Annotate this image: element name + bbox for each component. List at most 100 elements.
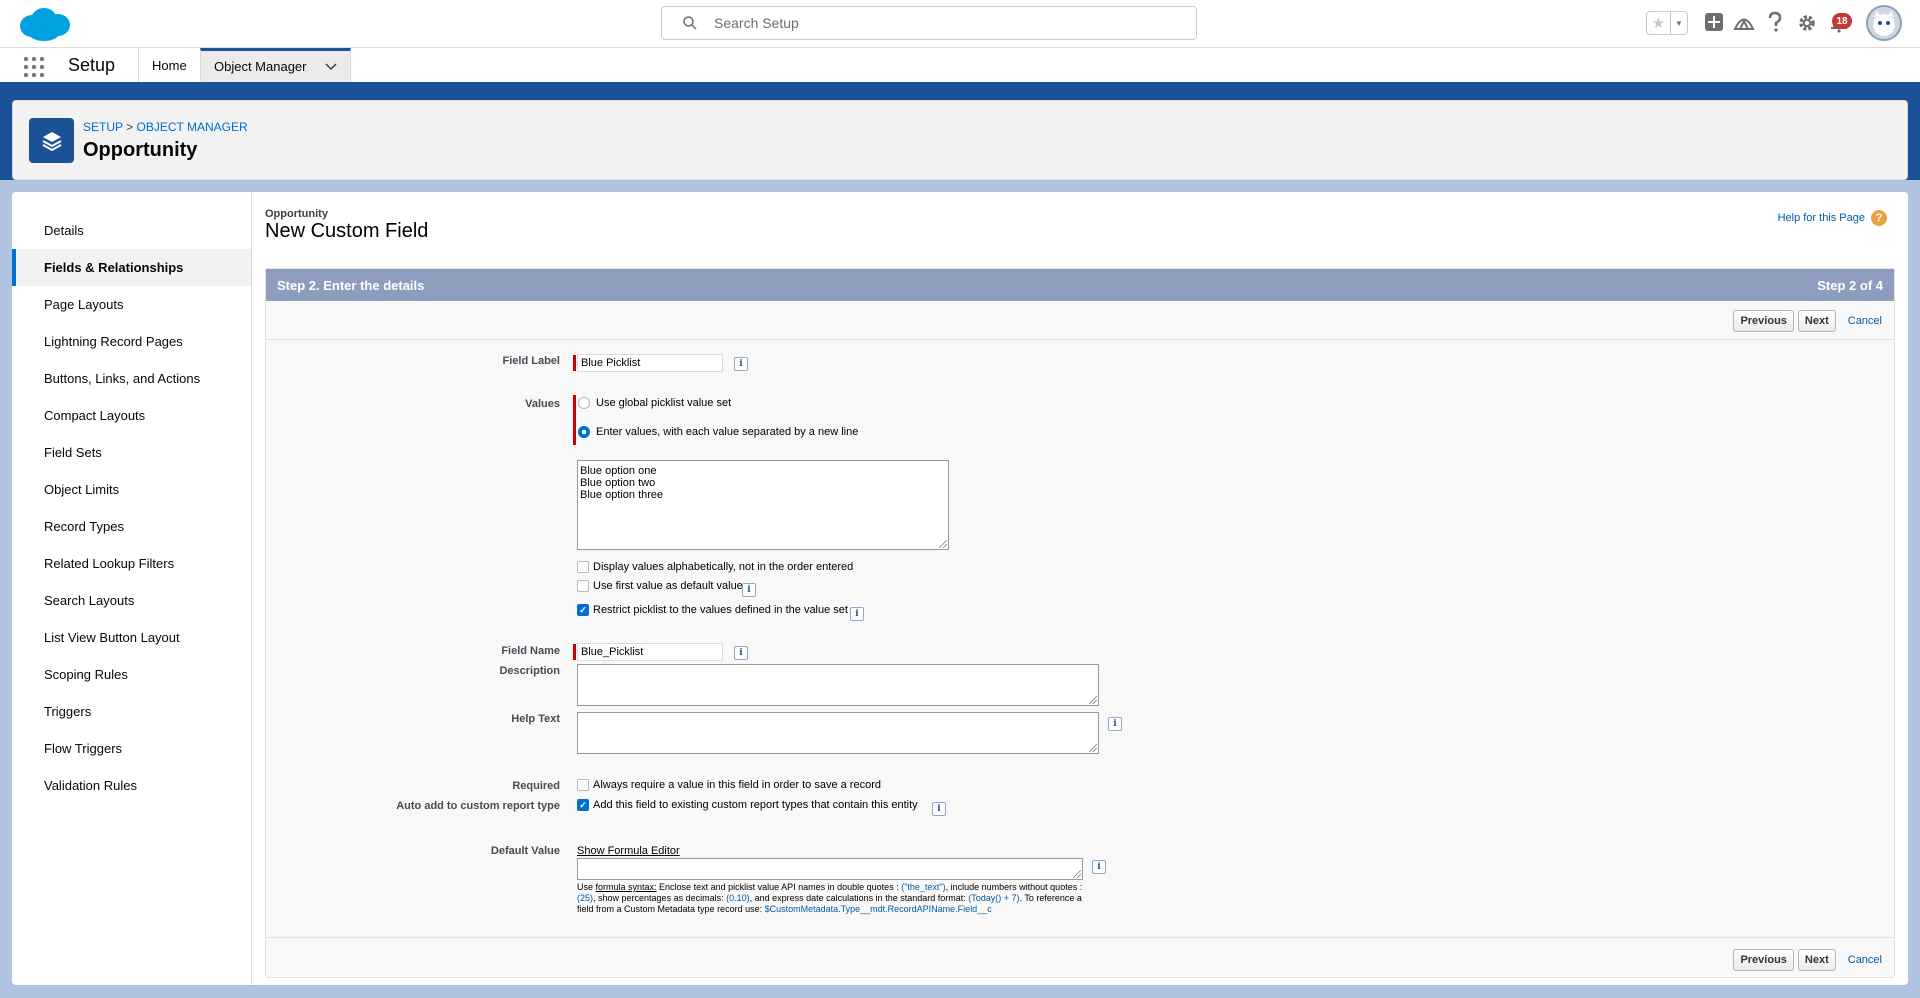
sidebar-item-validation-rules[interactable]: Validation Rules: [12, 767, 251, 804]
checkbox[interactable]: [577, 779, 589, 791]
required-label: Required: [512, 780, 560, 792]
info-icon[interactable]: i: [1092, 860, 1106, 874]
checkbox[interactable]: ✓: [577, 799, 589, 811]
radio-global-picklist[interactable]: Use global picklist value set: [578, 397, 731, 409]
chevron-down-icon[interactable]: ▼: [1671, 12, 1687, 34]
sidebar-item-label: Record Types: [44, 519, 124, 534]
sidebar-item-flow-triggers[interactable]: Flow Triggers: [12, 730, 251, 767]
help-for-page-link[interactable]: Help for this Page ?: [1778, 210, 1887, 226]
radio-button[interactable]: [578, 397, 590, 409]
auto-add-option[interactable]: ✓ Add this field to existing custom repo…: [577, 799, 918, 811]
sidebar-item-scoping-rules[interactable]: Scoping Rules: [12, 656, 251, 693]
resize-grip-icon[interactable]: [1089, 696, 1097, 704]
resize-grip-icon[interactable]: [1089, 744, 1097, 752]
radio-button[interactable]: [578, 426, 590, 438]
sidebar-item-buttons-links-actions[interactable]: Buttons, Links, and Actions: [12, 360, 251, 397]
divider: [266, 339, 1894, 340]
formula-syntax-link[interactable]: formula syntax:: [596, 882, 657, 892]
sidebar-item-lightning-record-pages[interactable]: Lightning Record Pages: [12, 323, 251, 360]
display-alpha-option[interactable]: Display values alphabetically, not in th…: [577, 561, 853, 573]
tab-home[interactable]: Home: [138, 48, 200, 82]
first-default-option[interactable]: Use first value as default value: [577, 580, 743, 592]
resize-grip-icon[interactable]: [939, 540, 947, 548]
hint-example: ("the_text"): [901, 882, 946, 892]
resize-grip-icon[interactable]: [1073, 870, 1081, 878]
picklist-value: Blue option three: [580, 489, 664, 501]
info-icon[interactable]: i: [742, 583, 756, 597]
breadcrumb-object-manager[interactable]: OBJECT MANAGER: [137, 120, 248, 134]
restrict-option[interactable]: ✓ Restrict picklist to the values define…: [577, 604, 848, 616]
sidebar-item-search-layouts[interactable]: Search Layouts: [12, 582, 251, 619]
hint-text: , and express date calculations in the s…: [749, 893, 969, 903]
sidebar-item-label: Flow Triggers: [44, 741, 123, 756]
user-avatar[interactable]: [1866, 5, 1902, 41]
sidebar-item-label: Field Sets: [44, 445, 102, 460]
required-indicator: [573, 644, 576, 660]
help-link-label: Help for this Page: [1777, 212, 1865, 224]
show-formula-editor-link[interactable]: Show Formula Editor: [577, 845, 680, 857]
search-input[interactable]: [714, 13, 1184, 33]
info-icon[interactable]: i: [932, 802, 946, 816]
sidebar-item-page-layouts[interactable]: Page Layouts: [12, 286, 251, 323]
default-value-textarea[interactable]: [577, 858, 1083, 880]
previous-button[interactable]: Previous: [1733, 310, 1794, 332]
help-icon[interactable]: [1763, 10, 1787, 34]
sidebar-item-label: Validation Rules: [44, 778, 137, 793]
sidebar-item-fields-relationships[interactable]: Fields & Relationships: [12, 249, 251, 286]
field-label-input[interactable]: [577, 354, 723, 372]
sidebar-item-list-view-button-layout[interactable]: List View Button Layout: [12, 619, 251, 656]
cancel-link[interactable]: Cancel: [1848, 954, 1882, 966]
required-option[interactable]: Always require a value in this field in …: [577, 779, 881, 791]
hint-example: (Today() + 7): [968, 893, 1020, 903]
hint-text: Enclose text and picklist value API name…: [656, 882, 902, 892]
help-text-textarea[interactable]: [577, 712, 1099, 754]
checkbox[interactable]: ✓: [577, 604, 589, 616]
star-icon[interactable]: ★: [1647, 12, 1671, 34]
sidebar-item-record-types[interactable]: Record Types: [12, 508, 251, 545]
main-card: Details Fields & Relationships Page Layo…: [12, 192, 1908, 985]
info-icon[interactable]: i: [850, 607, 864, 621]
trailhead-icon[interactable]: [1732, 10, 1756, 34]
sidebar-item-related-lookup-filters[interactable]: Related Lookup Filters: [12, 545, 251, 582]
tab-object-manager[interactable]: Object Manager: [200, 48, 351, 82]
info-icon[interactable]: i: [734, 646, 748, 660]
sidebar-item-triggers[interactable]: Triggers: [12, 693, 251, 730]
radio-enter-values[interactable]: Enter values, with each value separated …: [578, 426, 858, 438]
sidebar-item-compact-layouts[interactable]: Compact Layouts: [12, 397, 251, 434]
formula-hint: Use formula syntax: Enclose text and pic…: [577, 882, 1097, 915]
app-launcher-icon[interactable]: [24, 57, 44, 77]
checkbox-label: Use first value as default value: [593, 580, 743, 592]
info-icon[interactable]: i: [734, 357, 748, 371]
gear-icon[interactable]: [1795, 11, 1819, 35]
add-icon[interactable]: [1702, 10, 1726, 34]
divider: [266, 937, 1894, 938]
field-name-input[interactable]: [577, 643, 723, 661]
cancel-link[interactable]: Cancel: [1848, 315, 1882, 327]
sidebar-item-object-limits[interactable]: Object Limits: [12, 471, 251, 508]
sidebar-item-label: Scoping Rules: [44, 667, 128, 682]
checkbox[interactable]: [577, 561, 589, 573]
description-textarea[interactable]: [577, 664, 1099, 706]
checkbox[interactable]: [577, 580, 589, 592]
checkbox-label: Add this field to existing custom report…: [593, 799, 918, 811]
sidebar-item-label: Related Lookup Filters: [44, 556, 175, 571]
sidebar-item-details[interactable]: Details: [12, 212, 251, 249]
chevron-down-icon[interactable]: [324, 60, 337, 74]
checkbox-label: Always require a value in this field in …: [593, 779, 881, 791]
next-button[interactable]: Next: [1797, 949, 1836, 971]
picklist-values-textarea[interactable]: Blue option one Blue option two Blue opt…: [577, 460, 949, 550]
next-button[interactable]: Next: [1797, 310, 1836, 332]
salesforce-cloud-logo[interactable]: [14, 4, 74, 44]
hint-example: (0.10): [726, 893, 750, 903]
sidebar-item-field-sets[interactable]: Field Sets: [12, 434, 251, 471]
tab-object-manager-label: Object Manager: [214, 59, 307, 74]
info-icon[interactable]: i: [1108, 717, 1122, 731]
previous-button[interactable]: Previous: [1733, 949, 1794, 971]
sidebar-item-label: Object Limits: [44, 482, 120, 497]
sidebar-item-label: List View Button Layout: [44, 630, 180, 645]
breadcrumb-setup[interactable]: SETUP: [83, 120, 123, 134]
hint-text: , include numbers without quotes :: [945, 882, 1083, 892]
favorites-group[interactable]: ★ ▼: [1646, 11, 1688, 35]
search-setup-box[interactable]: [661, 6, 1197, 40]
checkbox-label: Restrict picklist to the values defined …: [593, 604, 848, 616]
